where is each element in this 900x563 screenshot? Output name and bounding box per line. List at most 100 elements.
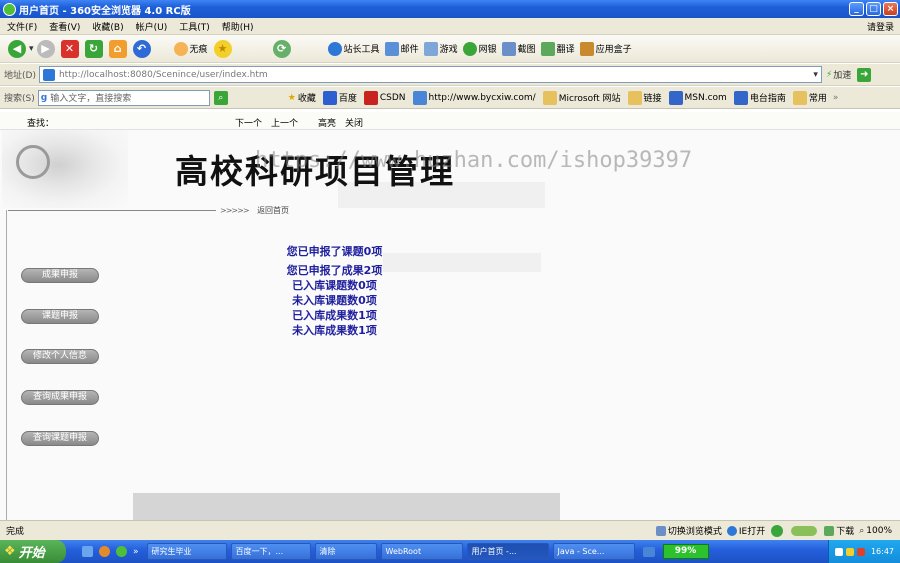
task-user-home[interactable]: 用户首页 -... <box>466 543 549 560</box>
menu-favorites[interactable]: 收藏(B) <box>92 20 123 33</box>
find-close-button[interactable]: 关闭 <box>345 116 363 129</box>
close-button[interactable]: × <box>883 2 898 16</box>
tray-network-icon[interactable] <box>834 547 843 556</box>
ie-open-label: IE打开 <box>738 527 766 537</box>
quicklaunch-360-icon[interactable] <box>116 546 127 557</box>
show-desktop-icon[interactable] <box>642 546 655 557</box>
sidebar-topic-apply[interactable]: 课题申报 <box>21 309 99 324</box>
screenshot-button[interactable]: 截图 <box>501 41 536 56</box>
start-button[interactable]: ❖ 开始 <box>0 540 66 563</box>
fav-msn[interactable]: MSN.com <box>668 90 727 105</box>
menu-file[interactable]: 文件(F) <box>7 20 37 33</box>
fav-baidu-label: 百度 <box>338 94 357 104</box>
fav-common[interactable]: 常用 <box>792 90 827 105</box>
title-bar: 用户首页 - 360安全浏览器 4.0 RC版 _ □ × <box>0 0 900 18</box>
clock[interactable]: 16:47 <box>871 547 894 556</box>
translate-icon <box>540 41 555 56</box>
menu-help[interactable]: 帮助(H) <box>222 20 254 33</box>
sidebar-query-topic[interactable]: 查询课题申报 <box>21 431 99 446</box>
refresh-icon[interactable]: ↻ <box>84 39 103 58</box>
fav-radio[interactable]: 电台指南 <box>733 90 786 105</box>
more-chevron-icon[interactable]: » <box>833 93 839 103</box>
download-button[interactable]: 下载 <box>824 524 854 537</box>
tray-security-icon[interactable] <box>856 547 865 556</box>
chevron-down-icon[interactable]: ▾ <box>29 44 34 54</box>
find-highlight-button[interactable]: 高亮 <box>318 116 336 129</box>
forward-icon[interactable]: ▶ <box>36 39 55 58</box>
watermark: https://www.huzhan.com/ishop39397 <box>255 148 693 173</box>
msn-icon <box>668 90 683 105</box>
fav-microsoft[interactable]: Microsoft 网站 <box>542 90 621 105</box>
zoom-label: 100% <box>866 525 892 536</box>
sidebar-edit-profile[interactable]: 修改个人信息 <box>21 349 99 364</box>
fav-bycxiw[interactable]: http://www.bycxiw.com/ <box>412 90 536 105</box>
search-input[interactable]: g 输入文字，直接搜索 <box>37 89 210 106</box>
mail-button[interactable]: 邮件 <box>384 41 419 56</box>
battery-indicator: 99% <box>662 544 709 559</box>
footer-box <box>133 493 560 520</box>
status-bar: 完成 切换浏览模式 IE打开 下载 ⌕ 100% <box>0 520 900 540</box>
chevron-down-icon[interactable]: ▾ <box>813 70 818 80</box>
login-link[interactable]: 请登录 <box>867 20 894 33</box>
sidebar-query-achievement[interactable]: 查询成果申报 <box>21 390 99 405</box>
download-icon <box>824 525 835 536</box>
fav-collect-label: 收藏 <box>297 94 316 104</box>
menu-tools[interactable]: 工具(T) <box>179 20 210 33</box>
address-input[interactable]: http://localhost:8080/Scenince/user/inde… <box>38 66 822 83</box>
undo-icon[interactable]: ↶ <box>132 39 151 58</box>
back-icon[interactable]: ◀ <box>8 39 26 58</box>
back-home-link[interactable]: >>>>> 返回首页 <box>220 205 289 216</box>
baidu-icon <box>322 90 337 105</box>
mail-icon <box>384 41 399 56</box>
no-trace-button[interactable]: 无痕 <box>173 41 208 56</box>
task-baidu[interactable]: 百度一下，... <box>230 543 311 560</box>
msn-icon <box>733 90 748 105</box>
stop-icon[interactable]: ✕ <box>60 39 79 58</box>
zoom-button[interactable]: ⌕ 100% <box>859 526 892 536</box>
home-icon[interactable]: ⌂ <box>108 39 127 58</box>
status-text: 完成 <box>6 527 25 537</box>
ie-open-button[interactable]: IE打开 <box>726 524 766 537</box>
search-placeholder: 输入文字，直接搜索 <box>50 94 132 104</box>
page-icon <box>412 90 427 105</box>
app-box-button[interactable]: 应用盒子 <box>579 41 632 56</box>
maximize-button[interactable]: □ <box>866 2 881 16</box>
more-chevron-icon[interactable]: » <box>133 547 139 557</box>
switch-mode-button[interactable]: 切换浏览模式 <box>655 524 722 537</box>
go-arrow-icon[interactable]: ➜ <box>857 67 872 82</box>
quicklaunch-browser-icon[interactable] <box>99 546 110 557</box>
fav-collect[interactable]: ★ 收藏 <box>288 91 316 105</box>
task-clear[interactable]: 清除 <box>314 543 377 560</box>
fav-links[interactable]: 链接 <box>627 90 662 105</box>
stat-topics-stored: 已入库课题数0项 <box>292 279 377 292</box>
menu-view[interactable]: 查看(V) <box>49 20 80 33</box>
quicklaunch-desktop-icon[interactable] <box>82 546 93 557</box>
bank-button[interactable]: 网银 <box>462 41 497 56</box>
sidebar-achievement-apply[interactable]: 成果申报 <box>21 268 99 283</box>
menu-bar: 文件(F) 查看(V) 收藏(B) 帐户(U) 工具(T) 帮助(H) 请登录 <box>0 18 900 35</box>
star-icon[interactable]: ★ <box>213 39 232 58</box>
folder-icon <box>627 90 642 105</box>
reload-icon[interactable]: ⟳ <box>272 39 291 58</box>
fav-csdn[interactable]: CSDN <box>363 90 406 105</box>
tray-sound-icon[interactable] <box>845 547 854 556</box>
task-java[interactable]: Java - Sce... <box>552 543 635 560</box>
task-graduation[interactable]: 研究生毕业 <box>146 543 227 560</box>
accelerate-button[interactable]: ⚡ 加速 <box>825 68 851 82</box>
box-icon <box>579 41 594 56</box>
translate-button[interactable]: 翻译 <box>540 41 575 56</box>
games-button[interactable]: 游戏 <box>423 41 458 56</box>
minimize-button[interactable]: _ <box>849 2 864 16</box>
search-icon[interactable]: ⌕ <box>213 90 228 105</box>
find-next-button[interactable]: 下一个 <box>235 116 262 129</box>
security-icon[interactable] <box>771 524 784 537</box>
lightning-icon: ⚡ <box>825 69 833 80</box>
fav-baidu[interactable]: 百度 <box>322 90 357 105</box>
webmaster-tools-button[interactable]: 站长工具 <box>327 41 380 56</box>
taskbar: ❖ 开始 » 研究生毕业 百度一下，... 清除 WebRoot 用户首页 -.… <box>0 540 900 563</box>
find-prev-button[interactable]: 上一个 <box>271 116 298 129</box>
fav-msn-label: MSN.com <box>684 92 727 103</box>
toggle-icon[interactable] <box>791 525 818 536</box>
task-webroot[interactable]: WebRoot <box>380 543 463 560</box>
menu-account[interactable]: 帐户(U) <box>136 20 168 33</box>
